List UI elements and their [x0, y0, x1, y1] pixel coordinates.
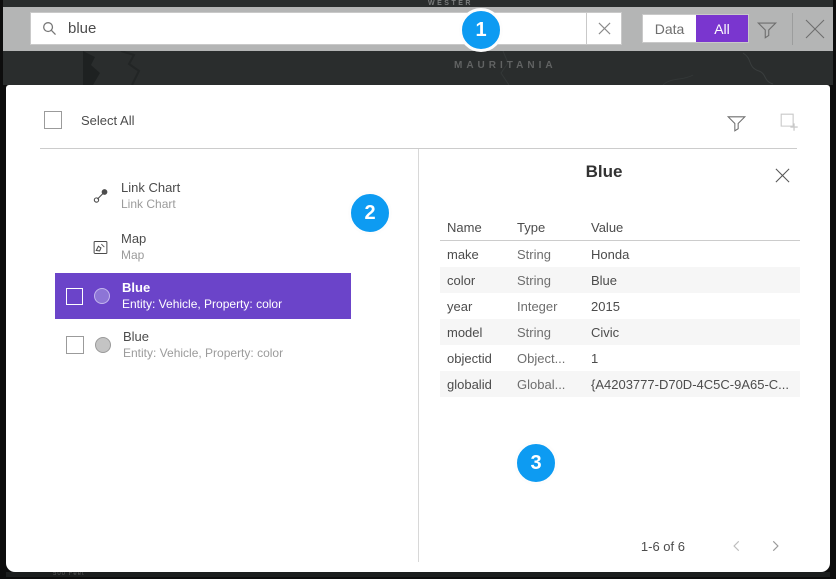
results-filter-button[interactable] [726, 109, 752, 135]
add-selection-button[interactable] [778, 109, 804, 135]
cell-value: {A4203777-D70D-4C5C-9A65-C... [591, 377, 800, 392]
table-row: model String Civic [440, 319, 800, 345]
column-header-value: Value [591, 220, 800, 235]
search-box[interactable] [30, 12, 587, 45]
pagination-next-button[interactable] [765, 536, 785, 556]
cell-value: Civic [591, 325, 800, 340]
attribute-table: make String Honda color String Blue year… [440, 241, 800, 397]
link-chart-icon [92, 186, 109, 206]
scope-data-button[interactable]: Data [643, 15, 696, 42]
cell-value: Honda [591, 247, 800, 262]
cell-name: model [447, 325, 517, 340]
result-checkbox[interactable] [66, 288, 83, 305]
entity-point-icon [95, 337, 111, 353]
search-toolbar: Data All [3, 7, 833, 51]
annotation-badge-1: 1 [459, 8, 503, 52]
map-borders-graphic [3, 51, 833, 85]
pagination: 1-6 of 6 [641, 535, 785, 557]
table-row: globalid Global... {A4203777-D70D-4C5C-9… [440, 371, 800, 397]
cell-type: String [517, 273, 591, 288]
select-all-checkbox[interactable] [44, 111, 62, 129]
result-item-map[interactable]: Map Map [55, 221, 351, 273]
cell-value: 2015 [591, 299, 800, 314]
map-label-mauritania: MAURITANIA [454, 60, 557, 71]
search-icon [41, 20, 58, 37]
select-all-row: Select All [44, 111, 134, 129]
result-item-blue-selected[interactable]: Blue Entity: Vehicle, Property: color [55, 273, 351, 319]
attribute-table-header: Name Type Value [440, 215, 800, 239]
map-label-western-sahara: WESTER [428, 0, 473, 7]
result-title: Blue [122, 280, 282, 296]
cell-name: objectid [447, 351, 517, 366]
map-scale-label: 500 Feet [53, 572, 85, 577]
column-header-name: Name [447, 220, 517, 235]
result-subtitle: Map [121, 247, 146, 263]
detail-title: Blue [418, 162, 790, 182]
close-x-icon [804, 18, 826, 40]
annotation-badge-3: 3 [514, 441, 558, 485]
funnel-icon [756, 18, 778, 40]
cell-name: year [447, 299, 517, 314]
search-input[interactable] [58, 13, 586, 44]
table-row: year Integer 2015 [440, 293, 800, 319]
cell-name: globalid [447, 377, 517, 392]
cell-value: Blue [591, 273, 800, 288]
toolbar-divider [792, 13, 793, 45]
cell-value: 1 [591, 351, 800, 366]
scope-all-button[interactable]: All [696, 15, 748, 42]
cell-type: String [517, 247, 591, 262]
cell-type: Global... [517, 377, 591, 392]
table-row: make String Honda [440, 241, 800, 267]
entity-point-icon [94, 288, 110, 304]
result-subtitle: Entity: Vehicle, Property: color [123, 345, 283, 361]
annotation-badge-2: 2 [348, 191, 392, 235]
table-row: objectid Object... 1 [440, 345, 800, 371]
result-title: Map [121, 231, 146, 247]
app-window: WESTER Data All [0, 0, 836, 579]
checkbox-spacer [66, 188, 82, 204]
result-subtitle: Link Chart [121, 196, 180, 212]
chevron-left-icon [730, 539, 744, 553]
toolbar-filter-button[interactable] [751, 14, 783, 44]
search-results-panel: Select All [6, 85, 830, 572]
select-all-label: Select All [81, 113, 134, 128]
checkbox-spacer [66, 239, 82, 255]
map-strip-middle: MAURITANIA [3, 51, 833, 85]
result-title: Blue [123, 329, 283, 345]
cell-name: make [447, 247, 517, 262]
result-item-blue[interactable]: Blue Entity: Vehicle, Property: color [55, 321, 351, 369]
funnel-icon [726, 112, 747, 133]
map-strip-bottom: 500 Feet [6, 572, 830, 577]
map-strip-top: WESTER [3, 0, 833, 7]
add-selection-icon [778, 111, 800, 133]
close-search-button[interactable] [798, 13, 832, 45]
clear-x-icon [598, 22, 611, 35]
cell-name: color [447, 273, 517, 288]
chevron-right-icon [768, 539, 782, 553]
cell-type: Integer [517, 299, 591, 314]
cell-type: Object... [517, 351, 591, 366]
result-item-link-chart[interactable]: Link Chart Link Chart [55, 170, 351, 222]
cell-type: String [517, 325, 591, 340]
close-x-icon [774, 167, 791, 184]
result-subtitle: Entity: Vehicle, Property: color [122, 296, 282, 312]
table-row: color String Blue [440, 267, 800, 293]
result-title: Link Chart [121, 180, 180, 196]
pagination-prev-button[interactable] [727, 536, 747, 556]
pagination-label: 1-6 of 6 [641, 539, 685, 554]
search-scope-toggle: Data All [642, 14, 749, 43]
detail-close-button[interactable] [774, 163, 798, 187]
result-checkbox[interactable] [66, 336, 84, 354]
clear-search-button[interactable] [586, 12, 622, 45]
map-icon [92, 238, 109, 257]
list-detail-divider [418, 149, 419, 562]
column-header-type: Type [517, 220, 591, 235]
